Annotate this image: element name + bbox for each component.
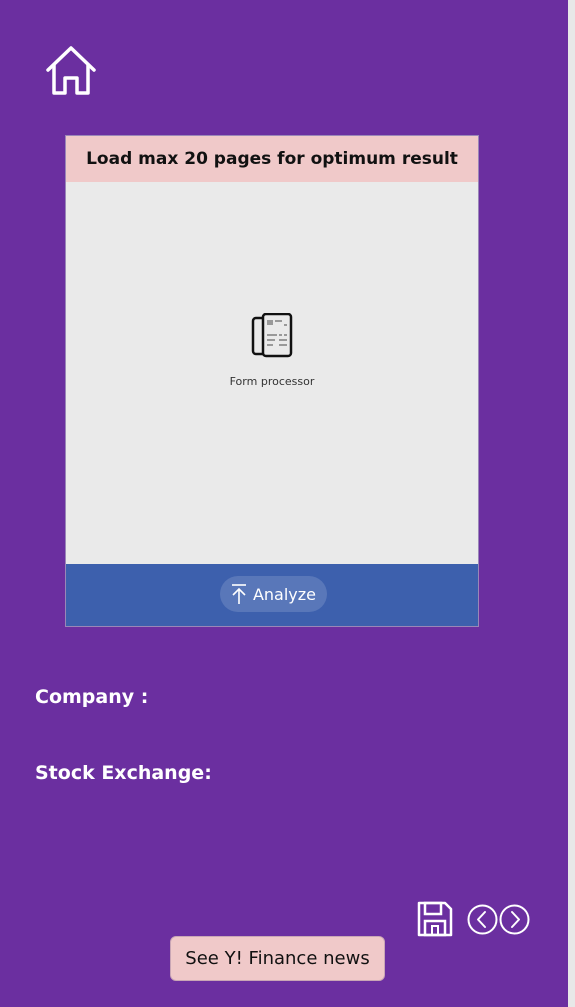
upload-arrow-icon <box>231 584 246 604</box>
card-header: Load max 20 pages for optimum result <box>66 136 478 182</box>
analyze-button[interactable]: Analyze <box>220 576 327 612</box>
chevron-right-circle-icon <box>499 904 530 935</box>
stock-exchange-label: Stock Exchange: <box>35 762 212 784</box>
company-label: Company : <box>35 686 149 708</box>
scrollbar-track <box>568 0 575 1007</box>
form-processor-card: Load max 20 pages for optimum result For… <box>65 135 479 627</box>
analyze-label: Analyze <box>252 584 317 604</box>
home-button[interactable] <box>44 45 98 97</box>
finance-news-button[interactable]: See Y! Finance news <box>170 936 385 981</box>
chevron-left-circle-icon <box>467 904 498 935</box>
form-processor-icon[interactable] <box>251 312 295 359</box>
save-icon <box>417 901 453 937</box>
next-button[interactable] <box>499 904 530 935</box>
card-footer: Analyze <box>66 564 478 626</box>
home-icon <box>46 46 96 95</box>
form-processor-label: Form processor <box>229 375 315 388</box>
save-button[interactable] <box>416 900 454 938</box>
previous-button[interactable] <box>467 904 498 935</box>
